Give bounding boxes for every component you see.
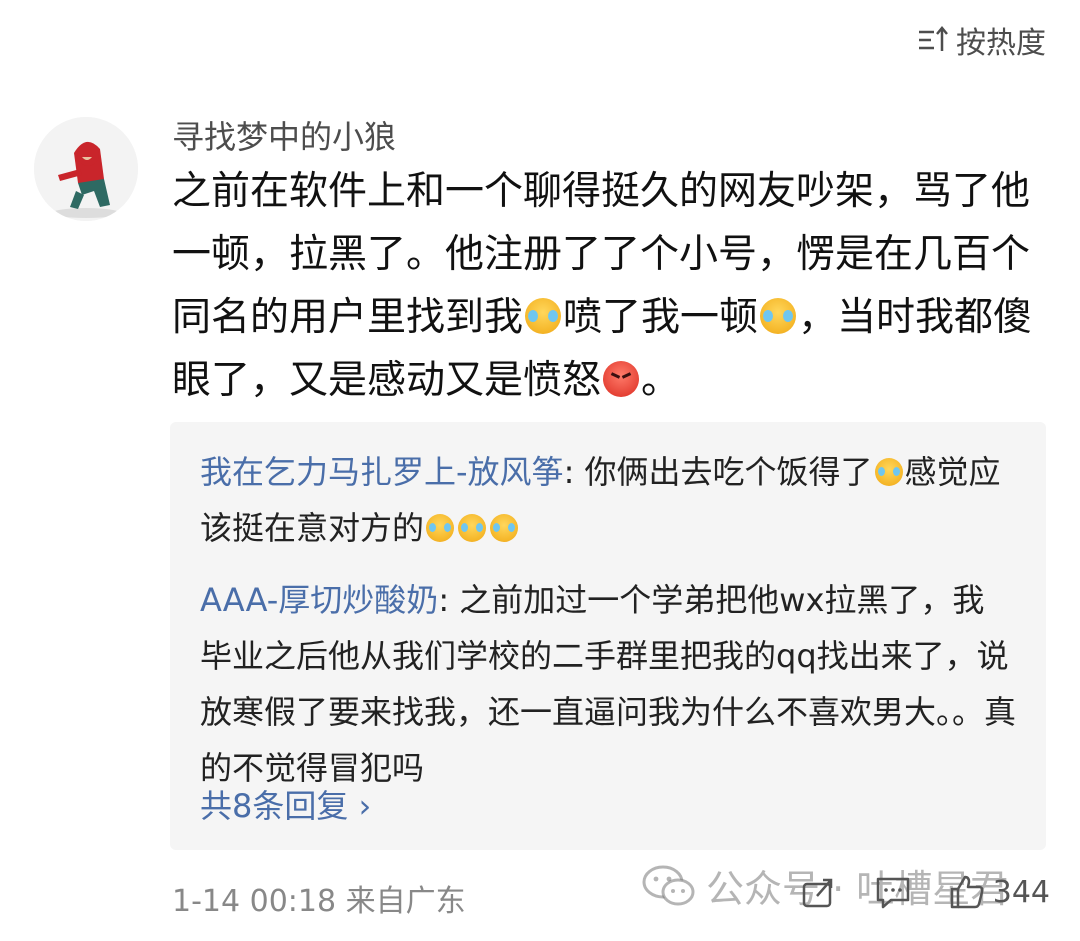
chevron-right-icon: › bbox=[358, 787, 372, 825]
like-count: 344 bbox=[992, 874, 1050, 910]
comment-time: 1-14 00:18 bbox=[172, 884, 337, 919]
reply-item[interactable]: 我在乞力马扎罗上-放风筝: 你俩出去吃个饭得了 感觉应该挺在意对方的 bbox=[200, 444, 1016, 556]
sort-label: 按热度 bbox=[956, 26, 1046, 61]
share-icon bbox=[802, 878, 832, 908]
reply-text: 你俩出去吃个饭得了 bbox=[584, 453, 873, 491]
comment-body: 之前在软件上和一个聊得挺久的网友吵架，骂了他一顿，拉黑了。他注册了了个小号，愣是… bbox=[172, 160, 1052, 412]
comment-icon bbox=[876, 877, 909, 909]
reply-item[interactable]: AAA-厚切炒酸奶: 之前加过一个学弟把他wx拉黑了，我毕业之后他从我们学校的二… bbox=[200, 572, 1016, 796]
comment-meta: 1-14 00:18 来自广东 bbox=[172, 876, 466, 920]
view-more-replies-link[interactable]: 共8条回复 › bbox=[200, 778, 371, 834]
share-button[interactable] bbox=[799, 872, 839, 912]
crying-laughing-emoji-icon bbox=[760, 298, 797, 334]
crying-laughing-emoji-icon bbox=[490, 514, 519, 542]
comment-text-part: 喷了我一顿 bbox=[563, 295, 759, 340]
comment-text-part: 。 bbox=[641, 358, 681, 403]
reply-author[interactable]: AAA-厚切炒酸奶 bbox=[200, 581, 438, 619]
crying-laughing-emoji-icon bbox=[426, 514, 455, 542]
replies-box: 我在乞力马扎罗上-放风筝: 你俩出去吃个饭得了 感觉应该挺在意对方的 AAA-厚切… bbox=[170, 422, 1046, 850]
reply-colon: : bbox=[438, 581, 460, 619]
reply-author[interactable]: 我在乞力马扎罗上-放风筝 bbox=[200, 453, 564, 491]
sort-by-hot-button[interactable]: 按热度 bbox=[916, 18, 1046, 62]
comment-button[interactable] bbox=[873, 872, 913, 912]
sort-icon bbox=[919, 26, 948, 51]
reply-colon: : bbox=[563, 453, 585, 491]
like-icon bbox=[950, 875, 984, 909]
comment-page: 按热度 寻找梦中的小狼 之前在软件上和一个聊得挺久的网友吵架，骂了他一顿，拉黑了… bbox=[0, 0, 1080, 941]
comment-actions: 344 bbox=[799, 872, 1050, 912]
like-button[interactable]: 344 bbox=[947, 872, 1050, 912]
crying-laughing-emoji-icon bbox=[458, 514, 487, 542]
more-replies-label: 共8条回复 bbox=[200, 787, 349, 825]
comment-username[interactable]: 寻找梦中的小狼 bbox=[172, 112, 396, 158]
wechat-icon bbox=[642, 865, 695, 905]
crying-laughing-emoji-icon bbox=[874, 458, 903, 486]
avatar[interactable] bbox=[34, 117, 138, 221]
angry-emoji-icon bbox=[603, 361, 640, 397]
avatar-image bbox=[34, 117, 138, 221]
comment-location: 来自广东 bbox=[345, 884, 466, 919]
crying-laughing-emoji-icon bbox=[525, 298, 562, 334]
